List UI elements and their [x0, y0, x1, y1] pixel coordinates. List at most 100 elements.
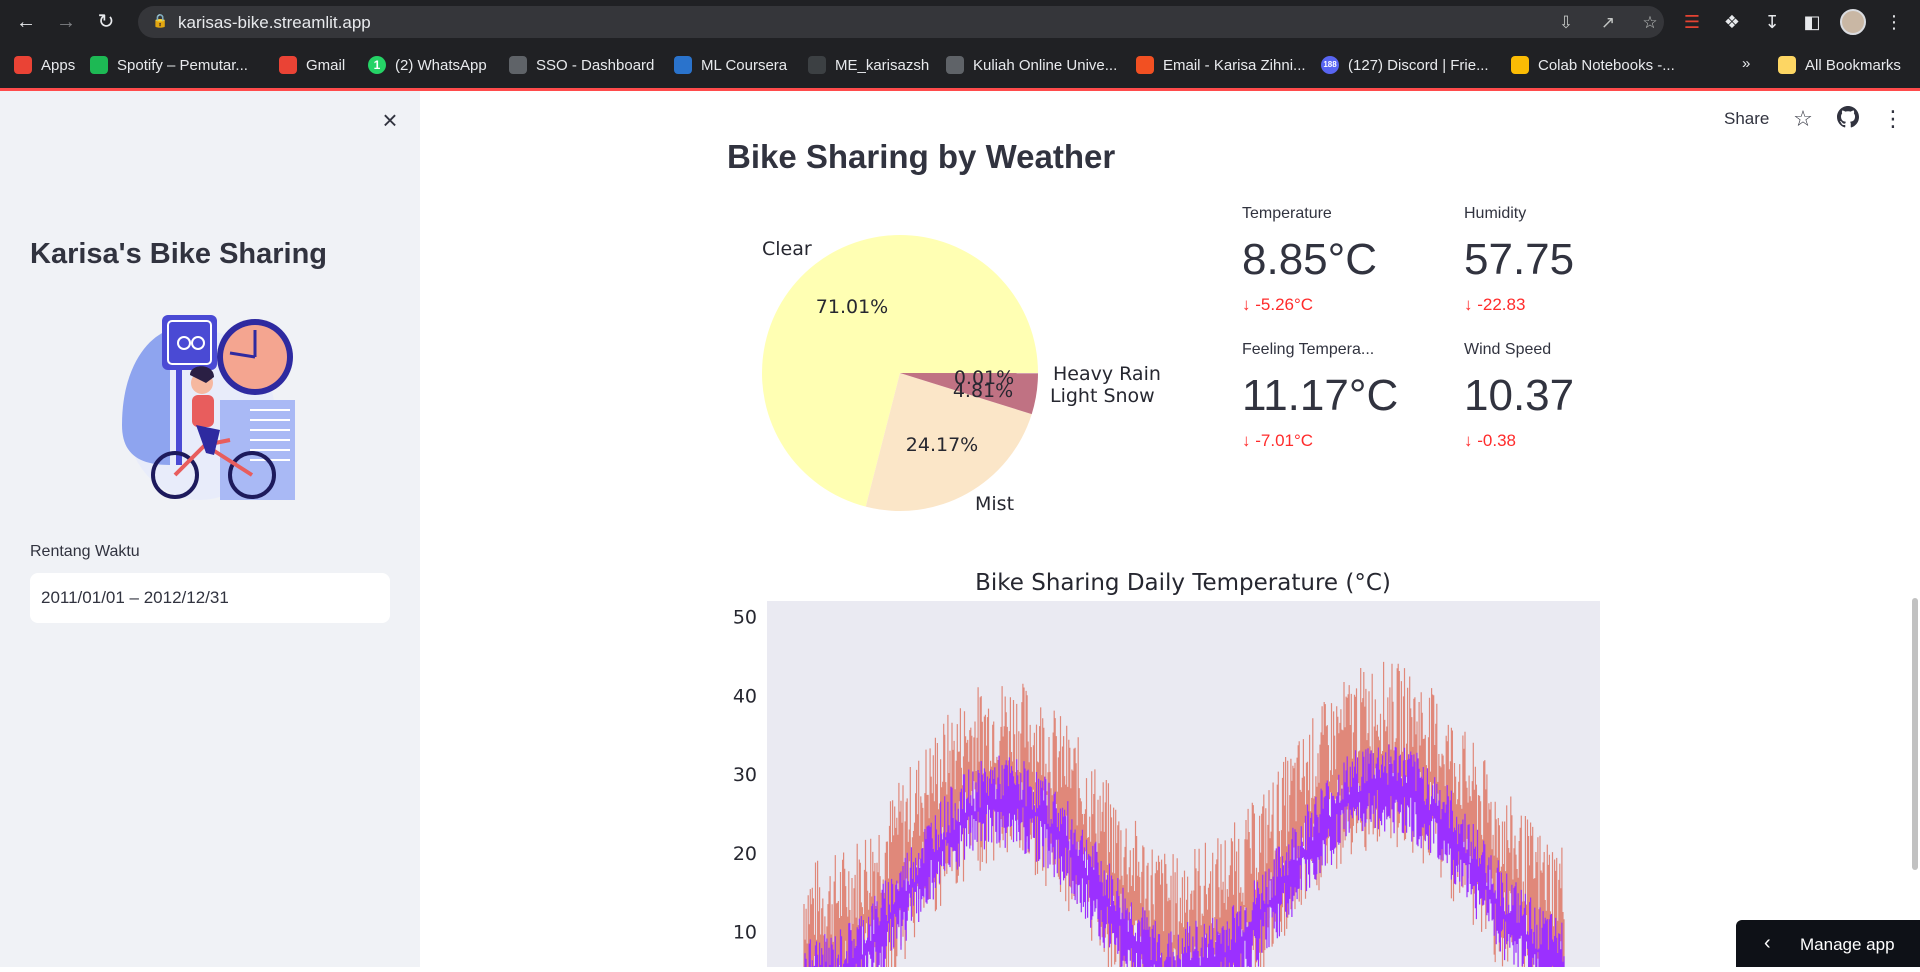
metric-delta-value: -5.26°C	[1255, 295, 1313, 314]
metric-wind-speed: Wind Speed 10.37 ↓ -0.38	[1464, 341, 1664, 451]
bookmark-item[interactable]: ML Coursera	[674, 54, 787, 76]
app-menu-icon[interactable]: ⋮	[1880, 106, 1906, 132]
metric-delta: ↓ -0.38	[1464, 431, 1664, 451]
bookmark-favicon-icon	[279, 56, 297, 74]
todoist-extension-icon[interactable]: ☰	[1680, 10, 1704, 34]
share-button[interactable]: Share	[1724, 109, 1769, 129]
daily-temperature-chart: Bike Sharing Daily Temperature (°C)10203…	[720, 565, 1620, 967]
bookmark-label: Spotify – Pemutar...	[117, 57, 248, 74]
bookmark-favicon-icon: 188	[1321, 56, 1339, 74]
bookmark-item[interactable]: Colab Notebooks -...	[1511, 54, 1675, 76]
bookmark-favicon-icon	[1136, 56, 1154, 74]
metric-temperature: Temperature 8.85°C ↓ -5.26°C	[1242, 205, 1442, 315]
bookmark-item[interactable]: 188 (127) Discord | Frie...	[1321, 54, 1489, 76]
bookmarks-overflow-button[interactable]: »	[1742, 52, 1750, 74]
all-bookmarks-folder[interactable]: All Bookmarks	[1778, 54, 1901, 76]
arrow-down-icon: ↓	[1464, 295, 1477, 314]
page-scrollbar[interactable]	[1912, 598, 1918, 870]
sidebar	[0, 91, 420, 967]
bookmark-label: Apps	[41, 57, 75, 74]
bookmark-label: Gmail	[306, 57, 345, 74]
y-tick-label: 40	[733, 685, 757, 707]
profile-avatar[interactable]	[1840, 9, 1866, 35]
bike-sharing-illustration	[110, 305, 310, 505]
arrow-down-icon: ↓	[1464, 431, 1477, 450]
metric-delta-value: -22.83	[1477, 295, 1525, 314]
url-text[interactable]: karisas-bike.streamlit.app	[178, 13, 371, 33]
metric-value: 11.17°C	[1242, 371, 1442, 421]
date-range-label: Rentang Waktu	[30, 543, 140, 561]
extensions-puzzle-icon[interactable]: ❖	[1720, 10, 1744, 34]
bookmark-label: SSO - Dashboard	[536, 57, 654, 74]
bookmark-favicon-icon	[509, 56, 527, 74]
metric-label: Wind Speed	[1464, 341, 1664, 359]
address-bar[interactable]: 🔒 karisas-bike.streamlit.app ⇩ ↗ ☆	[138, 6, 1664, 38]
bookmark-label: ML Coursera	[701, 57, 787, 74]
manage-app-label: Manage app	[1800, 935, 1895, 955]
bookmark-label: Kuliah Online Unive...	[973, 57, 1117, 74]
pie-category-label: Mist	[975, 493, 1014, 515]
forward-icon[interactable]: →	[54, 10, 78, 34]
bookmark-label: (127) Discord | Frie...	[1348, 57, 1489, 74]
pie-category-label: Clear	[762, 238, 812, 260]
metric-label: Humidity	[1464, 205, 1664, 223]
side-panel-icon[interactable]: ◧	[1800, 10, 1824, 34]
bookmark-favicon-icon	[674, 56, 692, 74]
pie-percent-label: 0.01%	[954, 367, 1014, 389]
bookmark-favicon-icon: 1	[368, 56, 386, 74]
bookmark-item[interactable]: Gmail	[279, 54, 345, 76]
github-icon[interactable]	[1835, 106, 1861, 132]
browser-menu-icon[interactable]: ⋮	[1882, 10, 1906, 34]
bookmark-item[interactable]: Kuliah Online Unive...	[946, 54, 1117, 76]
metric-delta: ↓ -22.83	[1464, 295, 1664, 315]
bookmark-label: ME_karisazsh	[835, 57, 929, 74]
pie-category-label: Heavy Rain	[1053, 363, 1161, 385]
bookmark-item[interactable]: Email - Karisa Zihni...	[1136, 54, 1306, 76]
metric-humidity: Humidity 57.75 ↓ -22.83	[1464, 205, 1664, 315]
bookmark-item[interactable]: Apps	[14, 54, 75, 76]
bookmark-favicon-icon	[1511, 56, 1529, 74]
downloads-icon[interactable]: ↧	[1760, 10, 1784, 34]
all-bookmarks-label: All Bookmarks	[1805, 57, 1901, 74]
metric-value: 8.85°C	[1242, 235, 1442, 285]
bookmark-item[interactable]: 1 (2) WhatsApp	[368, 54, 487, 76]
bookmark-favicon-icon	[90, 56, 108, 74]
manage-app-button[interactable]: ‹ Manage app	[1736, 920, 1920, 967]
metric-value: 10.37	[1464, 371, 1664, 421]
pie-percent-label: 71.01%	[816, 296, 888, 318]
bookmark-label: (2) WhatsApp	[395, 57, 487, 74]
metric-label: Feeling Tempera...	[1242, 341, 1442, 359]
date-range-value[interactable]: 2011/01/01 – 2012/12/31	[41, 588, 229, 608]
bookmark-item[interactable]: Spotify – Pemutar...	[90, 54, 248, 76]
bookmark-label: Email - Karisa Zihni...	[1163, 57, 1306, 74]
install-app-icon[interactable]: ⇩	[1556, 13, 1576, 33]
y-tick-label: 50	[733, 607, 757, 629]
reload-icon[interactable]: ↻	[94, 10, 118, 34]
bookmark-star-icon[interactable]: ☆	[1640, 13, 1660, 33]
metric-delta: ↓ -7.01°C	[1242, 431, 1442, 451]
bookmark-item[interactable]: SSO - Dashboard	[509, 54, 654, 76]
metric-delta: ↓ -5.26°C	[1242, 295, 1442, 315]
bookmark-item[interactable]: ME_karisazsh	[808, 54, 929, 76]
back-icon[interactable]: ←	[14, 10, 38, 34]
y-tick-label: 20	[733, 843, 757, 865]
metric-delta-value: -0.38	[1477, 431, 1516, 450]
folder-icon	[1778, 56, 1796, 74]
date-range-input[interactable]: 2011/01/01 – 2012/12/31	[30, 573, 390, 623]
metric-feeling-temperature: Feeling Tempera... 11.17°C ↓ -7.01°C	[1242, 341, 1442, 451]
metric-label: Temperature	[1242, 205, 1442, 223]
pie-percent-label: 24.17%	[906, 434, 978, 456]
metric-delta-value: -7.01°C	[1255, 431, 1313, 450]
bookmark-favicon-icon	[808, 56, 826, 74]
arrow-down-icon: ↓	[1242, 295, 1255, 314]
chart-title: Bike Sharing Daily Temperature (°C)	[975, 570, 1391, 596]
star-icon[interactable]: ☆	[1790, 106, 1816, 132]
y-tick-label: 10	[733, 922, 757, 944]
bookmark-label: Colab Notebooks -...	[1538, 57, 1675, 74]
pie-category-label: Light Snow	[1050, 385, 1155, 407]
share-page-icon[interactable]: ↗	[1598, 13, 1618, 33]
bookmark-favicon-icon	[14, 56, 32, 74]
section-title: Bike Sharing by Weather	[727, 138, 1115, 176]
sidebar-title: Karisa's Bike Sharing	[30, 238, 327, 271]
close-sidebar-icon[interactable]: ×	[378, 108, 402, 132]
